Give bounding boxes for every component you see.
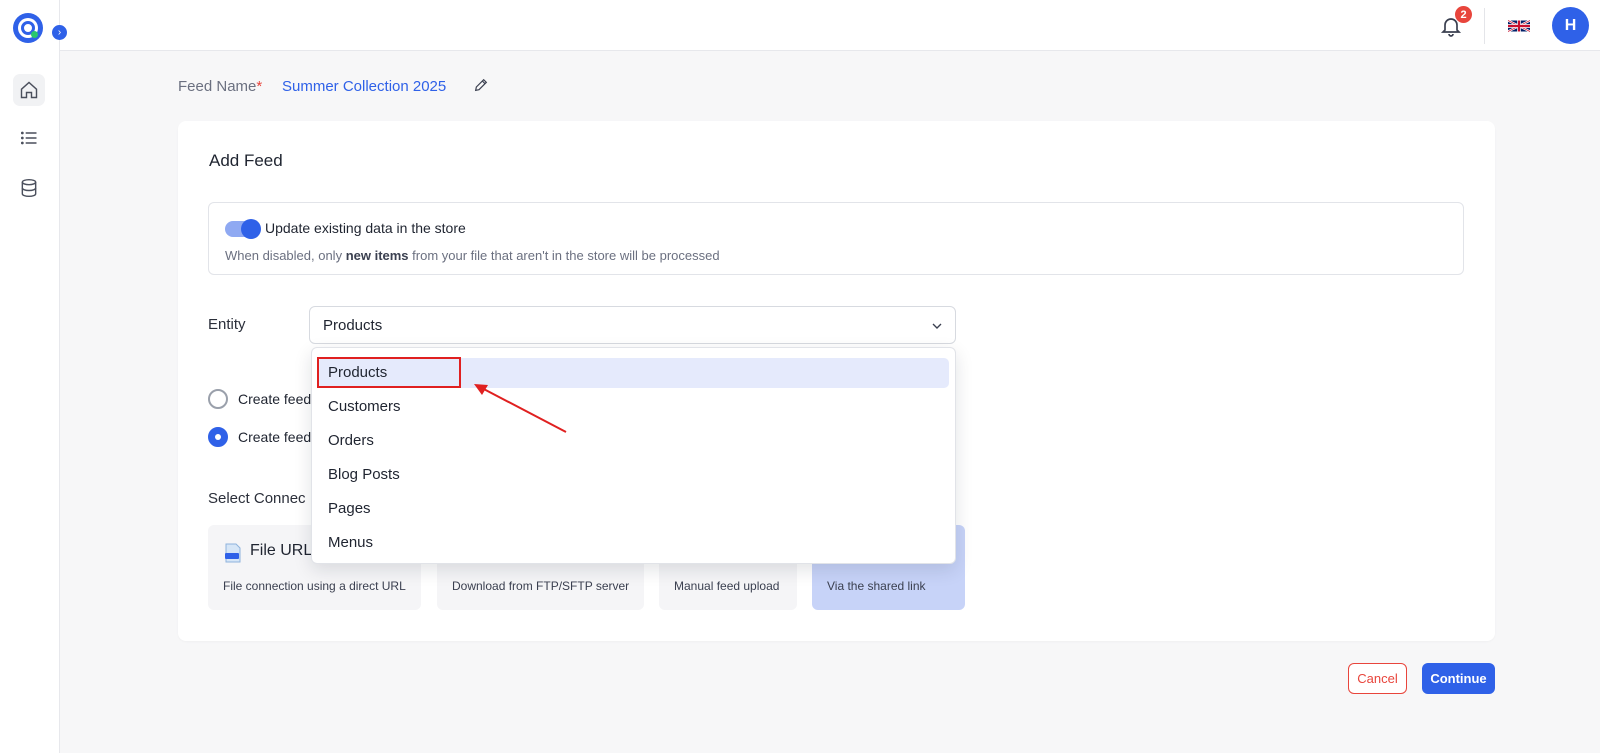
entity-select[interactable]: Products bbox=[309, 306, 956, 344]
radio-option-2[interactable]: Create feed bbox=[208, 427, 311, 447]
required-marker: * bbox=[256, 78, 263, 95]
pencil-icon[interactable] bbox=[473, 77, 489, 93]
update-existing-toggle[interactable] bbox=[225, 219, 261, 239]
feed-name-label: Feed Name* bbox=[178, 78, 263, 95]
toggle-description: When disabled, only new items from your … bbox=[225, 248, 720, 263]
continue-button[interactable]: Continue bbox=[1422, 663, 1495, 694]
annotation-highlight-box bbox=[317, 357, 461, 388]
expand-sidebar-button[interactable]: › bbox=[52, 25, 67, 40]
divider bbox=[1484, 8, 1485, 44]
notification-badge: 2 bbox=[1455, 6, 1472, 23]
top-bar: 2 H bbox=[60, 0, 1600, 51]
sidebar bbox=[0, 0, 60, 753]
update-existing-panel: Update existing data in the store When d… bbox=[208, 202, 1464, 275]
radio-button-checked[interactable] bbox=[208, 427, 228, 447]
entity-label: Entity bbox=[208, 316, 246, 333]
database-icon bbox=[21, 178, 37, 198]
dropdown-option-orders[interactable]: Orders bbox=[318, 426, 949, 456]
radio-button[interactable] bbox=[208, 389, 228, 409]
card-title: Add Feed bbox=[209, 151, 283, 170]
select-connection-label: Select Connec bbox=[208, 490, 306, 507]
sidebar-item-list[interactable] bbox=[13, 122, 45, 154]
chevron-right-icon: › bbox=[57, 27, 62, 38]
feed-name-value: Summer Collection 2025 bbox=[282, 78, 447, 95]
sidebar-item-home[interactable] bbox=[13, 74, 45, 106]
home-icon bbox=[20, 81, 38, 99]
sidebar-item-database[interactable] bbox=[13, 172, 45, 204]
cancel-button[interactable]: Cancel bbox=[1348, 663, 1407, 694]
dropdown-option-menus[interactable]: Menus bbox=[318, 528, 949, 558]
uk-flag-icon[interactable] bbox=[1508, 19, 1530, 33]
radio-option-1[interactable]: Create feed bbox=[208, 389, 311, 409]
toggle-label: Update existing data in the store bbox=[265, 220, 466, 236]
dropdown-option-customers[interactable]: Customers bbox=[318, 392, 949, 422]
list-icon bbox=[20, 131, 37, 145]
dropdown-option-blog-posts[interactable]: Blog Posts bbox=[318, 460, 949, 490]
app-logo[interactable] bbox=[13, 13, 43, 43]
entity-select-value: Products bbox=[323, 317, 383, 334]
chevron-down-icon bbox=[932, 323, 942, 329]
url-file-icon bbox=[225, 543, 241, 563]
annotation-arrow-icon bbox=[474, 384, 567, 433]
dropdown-option-pages[interactable]: Pages bbox=[318, 494, 949, 524]
avatar[interactable]: H bbox=[1552, 7, 1589, 44]
